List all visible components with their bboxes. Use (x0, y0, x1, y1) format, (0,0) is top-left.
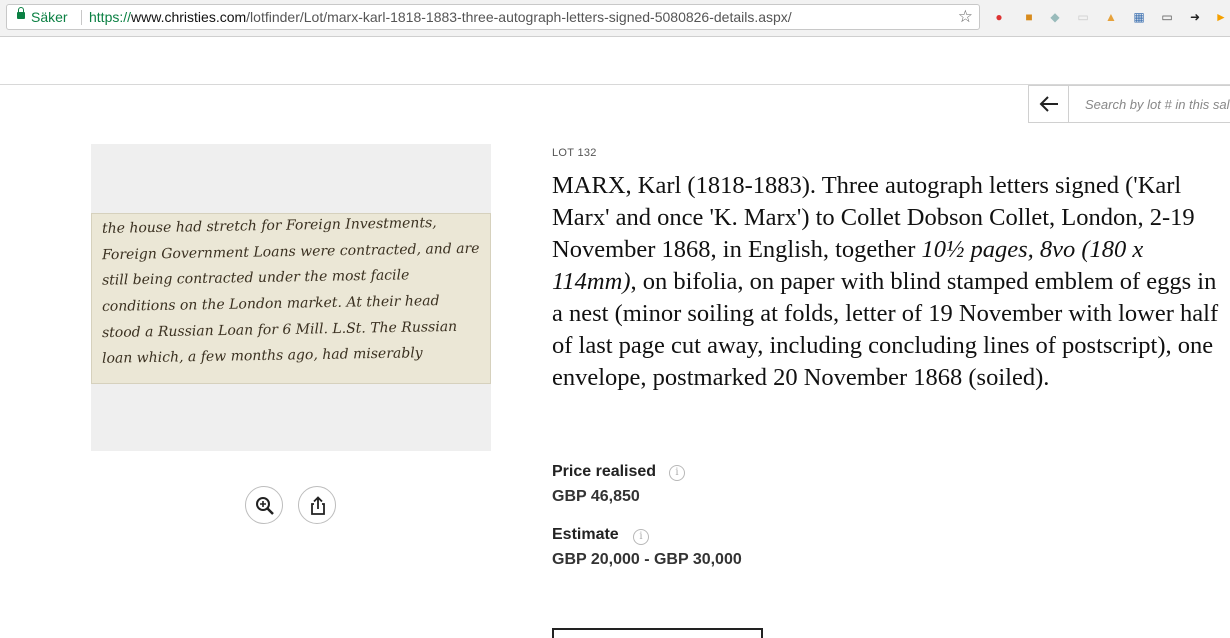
url-host: www.christies.com (131, 9, 247, 25)
price-realised-value: GBP 46,850 (552, 488, 640, 505)
extension-orange-icon[interactable]: ► (1212, 8, 1230, 26)
dropbox-icon[interactable]: ◆ (1046, 8, 1064, 26)
site-header (0, 37, 1230, 85)
info-icon[interactable]: i (669, 465, 685, 481)
extension-offer-icon[interactable]: ■ (1020, 8, 1038, 26)
cast-icon[interactable]: ▭ (1158, 8, 1176, 26)
lock-icon (17, 7, 25, 19)
lot-search-input[interactable]: Search by lot # in this sale (1068, 85, 1230, 123)
browser-toolbar: Säker https://www.christies.com/lotfinde… (0, 0, 1230, 37)
extension-gray-icon[interactable]: ▭ (1074, 8, 1092, 26)
share-button[interactable] (298, 486, 336, 524)
address-separator (81, 10, 82, 25)
url-scheme: https:// (89, 9, 132, 25)
back-button[interactable] (1028, 85, 1068, 123)
url-text[interactable]: https://www.christies.com/lotfinder/Lot/… (89, 9, 792, 25)
extension-film-icon[interactable]: ▦ (1130, 8, 1148, 26)
info-icon[interactable]: i (633, 529, 649, 545)
google-drive-icon[interactable]: ▲ (1102, 8, 1120, 26)
address-bar[interactable]: Säker https://www.christies.com/lotfinde… (6, 4, 980, 30)
zoom-button[interactable] (245, 486, 283, 524)
arrow-left-icon (1039, 96, 1058, 112)
handwriting-line: stood a Russian Loan for 6 Mill. L.St. T… (101, 318, 458, 342)
action-button-partial[interactable] (552, 628, 763, 638)
lot-title: MARX, Karl (1818-1883). Three autograph … (552, 170, 1222, 394)
share-arrow-icon[interactable]: ➜ (1186, 8, 1204, 26)
extension-red-icon[interactable]: ● (990, 8, 1008, 26)
handwriting-line: Foreign Government Loans were contracted… (101, 240, 480, 264)
lot-title-text-rest: , on bifolia, on paper with blind stampe… (552, 268, 1219, 391)
lot-number: LOT 132 (552, 147, 597, 159)
estimate-label: Estimate (552, 526, 619, 543)
lot-image-frame[interactable]: the house had stretch for Foreign Invest… (91, 144, 491, 451)
url-path: /lotfinder/Lot/marx-karl-1818-1883-three… (246, 9, 792, 25)
handwriting-line: conditions on the London market. At thei… (101, 293, 440, 315)
secure-label: Säker (31, 9, 68, 25)
zoom-in-icon (256, 497, 274, 515)
estimate-value: GBP 20,000 - GBP 30,000 (552, 551, 742, 568)
bookmark-star-icon[interactable]: ☆ (958, 7, 973, 27)
handwriting-line: loan which, a few months ago, had misera… (101, 345, 423, 367)
handwriting-line: still being contracted under the most fa… (101, 267, 410, 289)
share-icon (311, 496, 325, 515)
handwriting-line: the house had stretch for Foreign Invest… (101, 215, 437, 237)
letter-image: the house had stretch for Foreign Invest… (91, 213, 491, 384)
price-realised-label: Price realised (552, 463, 657, 480)
